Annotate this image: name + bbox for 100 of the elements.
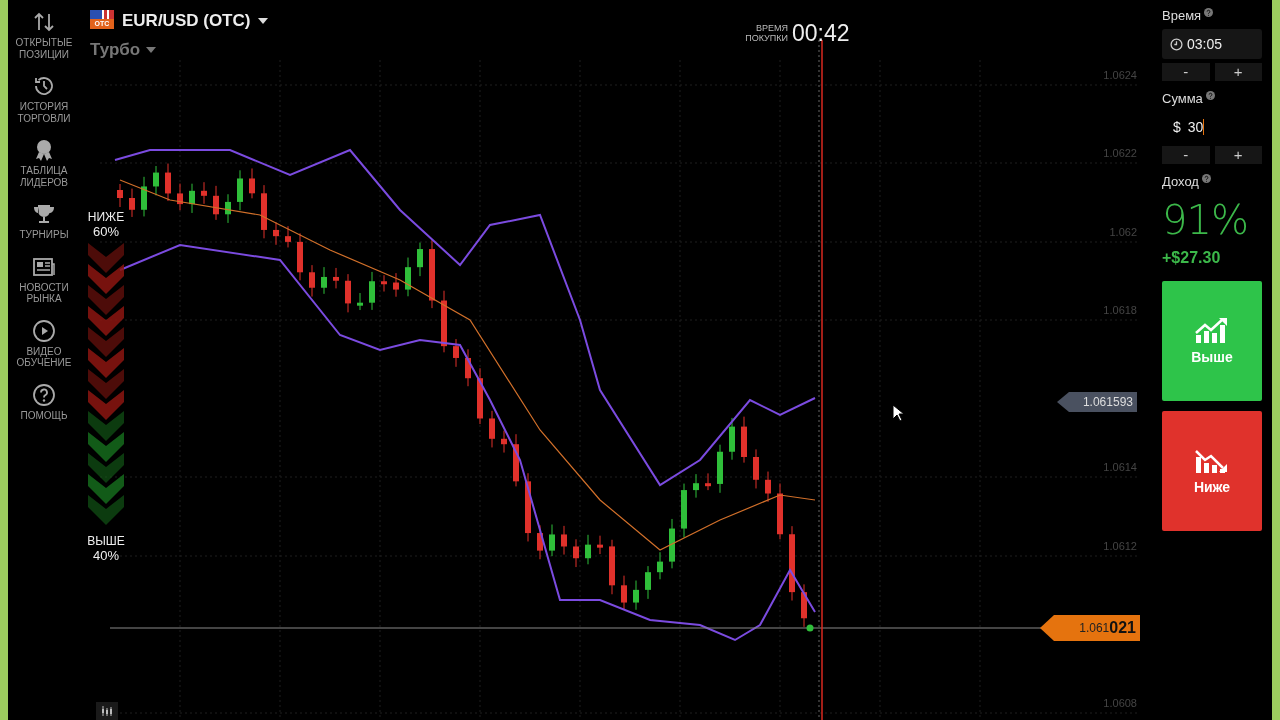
candlestick bbox=[321, 266, 327, 295]
candlestick bbox=[165, 163, 171, 202]
clock-icon bbox=[1170, 37, 1183, 51]
candlestick bbox=[417, 242, 423, 277]
field-label: Сумма bbox=[1162, 91, 1203, 106]
candlestick bbox=[153, 165, 159, 196]
axis-label: 1.062 bbox=[1109, 226, 1137, 238]
price-point bbox=[806, 624, 814, 632]
sentiment-share: 40% bbox=[93, 548, 119, 563]
history-icon bbox=[32, 74, 56, 98]
price-tag: 1.061593 bbox=[1057, 392, 1137, 412]
sidebar-item[interactable]: ТАБЛИЦА ЛИДЕРОВ bbox=[10, 138, 78, 188]
axis-label: 1.0624 bbox=[1103, 69, 1137, 81]
candlestick bbox=[285, 225, 291, 248]
axis-label: 1.0618 bbox=[1103, 304, 1137, 316]
candlestick bbox=[633, 580, 639, 611]
help-icon[interactable] bbox=[1204, 8, 1214, 17]
candlestick bbox=[525, 472, 531, 542]
candlestick bbox=[357, 292, 363, 311]
candlestick bbox=[513, 433, 519, 487]
candlestick bbox=[345, 273, 351, 313]
candlestick bbox=[693, 473, 699, 499]
candlestick bbox=[561, 525, 567, 556]
candlestick bbox=[621, 575, 627, 610]
sidebar-item[interactable]: ОТКРЫТЫЕ ПОЗИЦИИ bbox=[10, 10, 78, 60]
candlestick bbox=[465, 348, 471, 387]
sentiment-share: 60% bbox=[93, 224, 119, 239]
caret-icon bbox=[258, 18, 269, 24]
candlestick bbox=[117, 183, 123, 208]
candlestick bbox=[273, 221, 279, 246]
chart-type-button[interactable] bbox=[96, 702, 118, 720]
sidebar-item[interactable]: ПОМОЩЬ bbox=[10, 382, 78, 421]
sentiment-label: ВЫШЕ bbox=[87, 534, 125, 548]
sentiment-label: НИЖЕ bbox=[87, 210, 125, 224]
mode-selector[interactable]: Турбо bbox=[90, 40, 269, 60]
candlestick bbox=[261, 184, 267, 239]
timer-label: ВРЕМЯ ПОКУПКИ bbox=[744, 23, 788, 44]
caret-icon bbox=[146, 47, 157, 53]
candlestick bbox=[669, 518, 675, 569]
candlestick bbox=[609, 539, 615, 595]
axis-label: 1.0612 bbox=[1103, 540, 1137, 552]
sidebar-item[interactable]: ИСТОРИЯ ТОРГОВЛИ bbox=[10, 74, 78, 124]
candlestick bbox=[741, 416, 747, 464]
decrease-button[interactable]: - bbox=[1162, 63, 1210, 81]
candlestick bbox=[333, 267, 339, 289]
sidebar-item[interactable]: ТУРНИРЫ bbox=[10, 202, 78, 241]
help-icon[interactable] bbox=[1205, 91, 1215, 100]
candlestick bbox=[765, 471, 771, 503]
candlestick bbox=[549, 524, 555, 557]
increase-button[interactable]: + bbox=[1214, 146, 1262, 164]
candlestick bbox=[297, 232, 303, 281]
candlestick bbox=[729, 417, 735, 461]
axis-label: 1.0622 bbox=[1103, 147, 1137, 159]
candlestick bbox=[429, 239, 435, 309]
play-icon bbox=[32, 318, 56, 343]
candlestick bbox=[453, 338, 459, 368]
candlestick bbox=[405, 257, 411, 297]
candlestick bbox=[801, 583, 807, 628]
candlestick bbox=[489, 410, 495, 448]
candlestick bbox=[657, 551, 663, 580]
candlestick bbox=[717, 444, 723, 494]
candlestick bbox=[213, 185, 219, 221]
candlestick bbox=[369, 271, 375, 311]
candlestick bbox=[177, 183, 183, 211]
payout-percent: 91% bbox=[1162, 197, 1249, 243]
candlestick bbox=[753, 448, 759, 489]
candlestick bbox=[237, 169, 243, 211]
sell-down-button[interactable]: Ниже bbox=[1162, 411, 1262, 531]
candlestick bbox=[501, 430, 507, 454]
candlestick bbox=[477, 367, 483, 425]
candlestick bbox=[573, 538, 579, 568]
field-label: Доход bbox=[1162, 174, 1199, 189]
profit-amount: +$27.30 bbox=[1162, 249, 1222, 267]
candlestick bbox=[681, 483, 687, 538]
increase-button[interactable]: + bbox=[1214, 63, 1262, 81]
timer-value: 00:42 bbox=[792, 20, 850, 47]
candlestick bbox=[537, 524, 543, 560]
candlestick bbox=[225, 193, 231, 224]
candlestick bbox=[441, 290, 447, 353]
field-label: Время bbox=[1162, 8, 1202, 23]
candles-icon bbox=[101, 706, 113, 716]
current-price-tag: 1.061021 bbox=[1040, 615, 1140, 641]
candlestick bbox=[129, 188, 135, 218]
decrease-button[interactable]: - bbox=[1162, 146, 1210, 164]
axis-label: 1.0614 bbox=[1103, 461, 1137, 473]
candlestick bbox=[189, 183, 195, 214]
candlestick bbox=[141, 176, 147, 217]
candlestick bbox=[381, 274, 387, 293]
sidebar-item[interactable]: ВИДЕО ОБУЧЕНИЕ bbox=[10, 318, 78, 369]
candlestick bbox=[645, 565, 651, 600]
candlestick bbox=[705, 472, 711, 491]
time-field[interactable]: 03:05 bbox=[1162, 29, 1262, 59]
axis-label: 1.0608 bbox=[1103, 697, 1137, 709]
candlestick bbox=[585, 534, 591, 565]
candlestick bbox=[393, 272, 399, 298]
help-icon[interactable] bbox=[1201, 174, 1211, 183]
trophy-icon bbox=[32, 202, 56, 226]
candlestick bbox=[777, 483, 783, 540]
help-icon bbox=[32, 382, 56, 407]
sidebar-item[interactable]: НОВОСТИ РЫНКА bbox=[10, 254, 78, 305]
